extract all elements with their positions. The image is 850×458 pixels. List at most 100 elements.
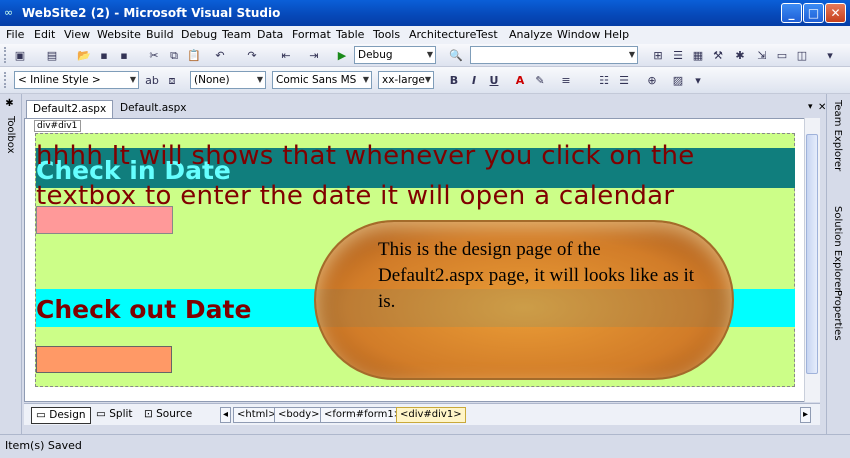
close-document-icon[interactable]: ✕ xyxy=(812,100,832,118)
cut-icon[interactable]: ✂ xyxy=(146,48,162,63)
document-outline-icon[interactable]: ⇲ xyxy=(754,48,770,63)
bold-icon[interactable]: B xyxy=(446,73,462,88)
font-size-dropdown[interactable]: xx-large ▼ xyxy=(378,71,434,89)
block-format-dropdown[interactable]: (None) ▼ xyxy=(190,71,266,89)
toolbar-grip[interactable] xyxy=(4,72,9,88)
open-folder-icon[interactable]: 📂 xyxy=(76,48,92,63)
visual-studio-icon: ∞ xyxy=(4,6,14,19)
breadcrumb-form1[interactable]: <form#form1> xyxy=(320,407,407,423)
breadcrumb-scroll-left-icon[interactable]: ◂ xyxy=(220,407,232,423)
split-view-button[interactable]: ▭ Split xyxy=(92,407,137,424)
new-project-icon[interactable]: ▣ xyxy=(12,48,28,63)
maximize-button[interactable]: □ xyxy=(803,3,824,23)
hyperlink-icon[interactable]: ⊕ xyxy=(644,73,660,88)
solution-configuration-dropdown[interactable]: Debug ▼ xyxy=(354,46,436,64)
bulleted-list-icon[interactable]: ☷ xyxy=(596,73,612,88)
pin-icon[interactable]: ✱ xyxy=(4,98,15,109)
right-tool-strip: Team Explorer Solution Explorer Properti… xyxy=(826,94,850,434)
breadcrumb-scroll-right-icon[interactable]: ▸ xyxy=(800,407,812,423)
undo-icon[interactable]: ↶ xyxy=(212,48,228,63)
redo-icon[interactable]: ↷ xyxy=(244,48,260,63)
navigate-backward-icon[interactable]: ⇤ xyxy=(278,48,294,63)
menu-website[interactable]: Website xyxy=(97,28,141,41)
menu-test[interactable]: Test xyxy=(476,28,498,41)
menu-table[interactable]: Table xyxy=(336,28,364,41)
foreground-color-icon[interactable]: A xyxy=(512,73,528,88)
extension-manager-icon[interactable]: ◫ xyxy=(794,48,810,63)
add-item-icon[interactable]: ▤ xyxy=(44,48,60,63)
scrollbar-thumb[interactable] xyxy=(806,134,818,374)
menu-file[interactable]: File xyxy=(6,28,24,41)
breadcrumb-body[interactable]: <body> xyxy=(274,407,324,423)
underline-icon[interactable]: U xyxy=(486,73,502,88)
background-color-icon[interactable]: ✎ xyxy=(532,73,548,88)
save-icon[interactable]: ▪ xyxy=(96,48,112,63)
start-debugging-icon[interactable]: ▶ xyxy=(334,48,350,63)
formatting-toolbar: < Inline Style > ▼ ab ⧈ (None) ▼ Comic San… xyxy=(0,67,850,94)
toolbar-grip[interactable] xyxy=(4,47,9,63)
standard-toolbar: ▣ ▤ 📂 ▪ ▪ ✂ ⧉ 📋 ↶ ↷ ⇤ ⇥ ▶ Debug ▼ 🔍 ▼ ⊞ ☰… xyxy=(0,44,850,67)
split-view-label: Split xyxy=(109,408,133,420)
source-view-label: Source xyxy=(156,408,193,420)
menu-format[interactable]: Format xyxy=(292,28,331,41)
tab-default2-aspx[interactable]: Default2.aspx xyxy=(26,100,114,118)
menu-debug[interactable]: Debug xyxy=(181,28,217,41)
tab-default-aspx[interactable]: Default.aspx xyxy=(114,100,193,118)
object-browser-icon[interactable]: ▦ xyxy=(690,48,706,63)
copy-icon[interactable]: ⧉ xyxy=(166,48,182,63)
checkin-date-textbox[interactable] xyxy=(36,206,173,234)
paste-icon[interactable]: 📋 xyxy=(186,48,202,63)
font-size-value: xx-large xyxy=(382,74,425,86)
command-window-icon[interactable]: ▭ xyxy=(774,48,790,63)
menu-window[interactable]: Window xyxy=(557,28,600,41)
view-bar: ▭ Design ▭ Split ⊡ Source ◂ <html> <body… xyxy=(24,403,820,425)
italic-icon[interactable]: I xyxy=(466,73,482,88)
menu-view[interactable]: View xyxy=(64,28,90,41)
checkout-date-textbox[interactable] xyxy=(36,346,172,373)
split-view-icon: ▭ xyxy=(96,408,110,420)
toolbar-options-icon[interactable]: ▾ xyxy=(822,48,838,63)
menu-analyze[interactable]: Analyze xyxy=(509,28,552,41)
properties-icon[interactable]: ☰ xyxy=(670,48,686,63)
toolbox-icon[interactable]: ⚒ xyxy=(710,48,726,63)
font-name-dropdown[interactable]: Comic Sans MS ▼ xyxy=(272,71,372,89)
image-icon[interactable]: ▨ xyxy=(670,73,686,88)
breadcrumb-div1[interactable]: <div#div1> xyxy=(396,407,466,423)
annotation-callout-text: This is the design page of the Default2.… xyxy=(378,239,695,312)
justify-icon[interactable]: ≡ xyxy=(558,73,574,88)
chevron-down-icon: ▼ xyxy=(426,50,433,59)
solution-explorer-icon[interactable]: ⊞ xyxy=(650,48,666,63)
start-page-icon[interactable]: ✱ xyxy=(732,48,748,63)
save-all-icon[interactable]: ▪ xyxy=(116,48,132,63)
target-rule-dropdown[interactable]: < Inline Style > ▼ xyxy=(14,71,139,89)
menu-team[interactable]: Team xyxy=(222,28,251,41)
menu-build[interactable]: Build xyxy=(146,28,174,41)
design-view-icon: ▭ xyxy=(36,409,50,421)
apply-new-style-icon[interactable]: ab xyxy=(144,73,160,88)
numbered-list-icon[interactable]: ☰ xyxy=(616,73,632,88)
target-rule-value: < Inline Style > xyxy=(18,74,101,86)
menu-tools[interactable]: Tools xyxy=(373,28,400,41)
find-combo[interactable]: ▼ xyxy=(470,46,638,64)
menu-data[interactable]: Data xyxy=(257,28,283,41)
menu-help[interactable]: Help xyxy=(604,28,629,41)
div-tag-label: div#div1 xyxy=(34,120,81,132)
source-view-button[interactable]: ⊡ Source xyxy=(140,407,196,424)
show-overlay-icon[interactable]: ⧈ xyxy=(164,73,180,88)
close-button[interactable]: ✕ xyxy=(825,3,846,23)
minimize-button[interactable]: _ xyxy=(781,3,802,23)
toolbox-tab[interactable]: Toolbox xyxy=(5,116,16,154)
find-in-files-icon[interactable]: 🔍 xyxy=(448,48,464,63)
block-format-value: (None) xyxy=(194,74,230,86)
checkout-date-label: Check out Date xyxy=(36,295,252,324)
toolbar-options-icon[interactable]: ▾ xyxy=(690,73,706,88)
team-explorer-tab[interactable]: Team Explorer xyxy=(832,100,843,171)
window-title: WebSite2 (2) - Microsoft Visual Studio xyxy=(22,6,281,20)
chevron-down-icon: ▼ xyxy=(628,50,635,59)
menu-edit[interactable]: Edit xyxy=(34,28,55,41)
design-view-button[interactable]: ▭ Design xyxy=(31,407,91,424)
menu-architecture[interactable]: Architecture xyxy=(409,28,476,41)
solution-explorer-tab[interactable]: Solution Explorer xyxy=(832,206,843,292)
navigate-forward-icon[interactable]: ⇥ xyxy=(306,48,322,63)
properties-tab[interactable]: Properties xyxy=(832,290,843,341)
